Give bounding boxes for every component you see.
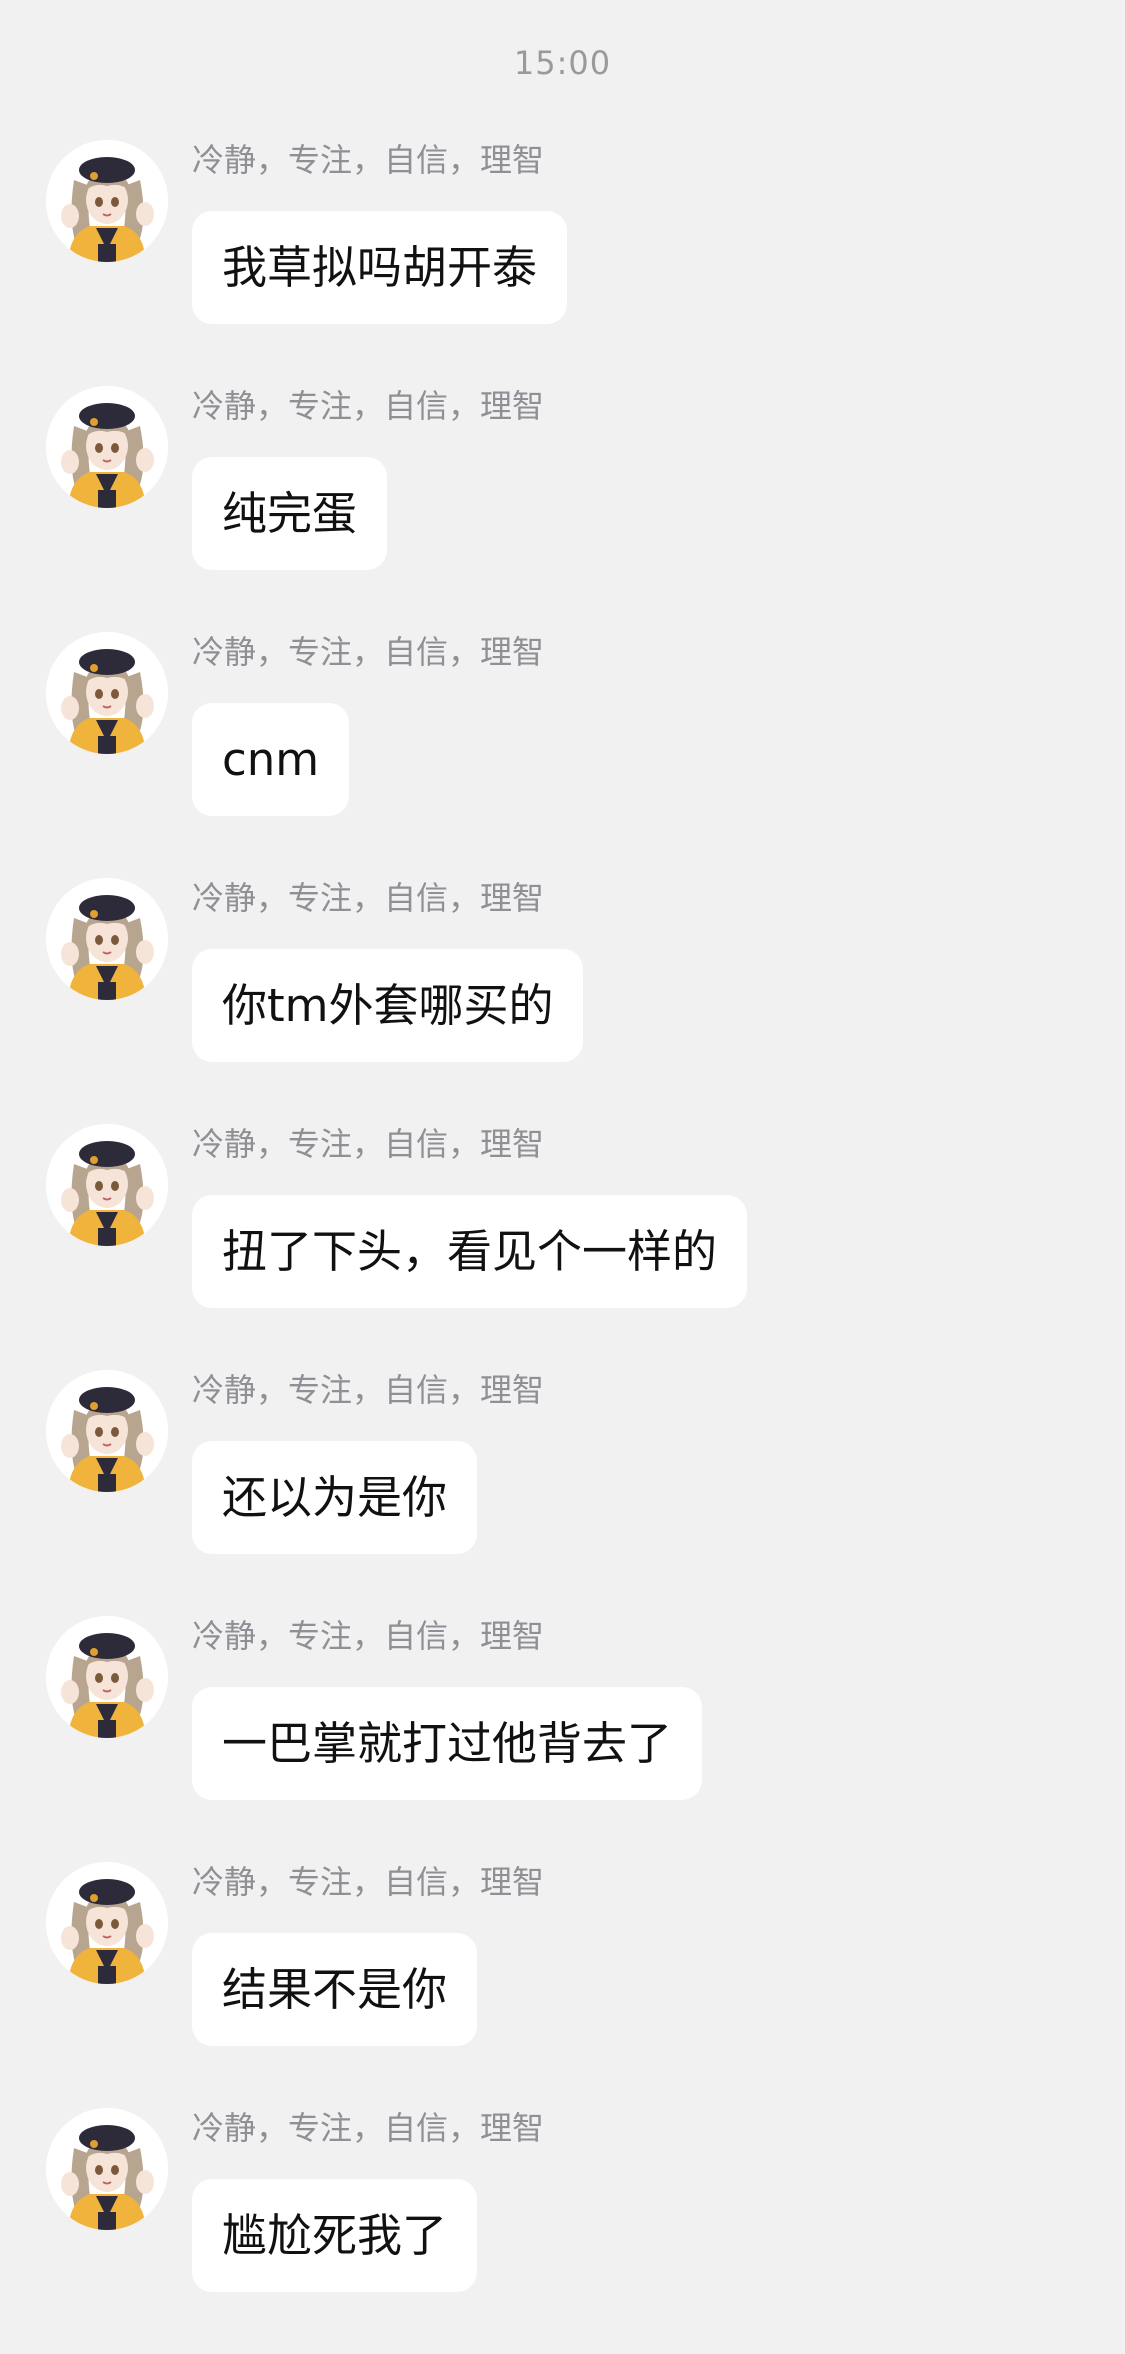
message-row: 冷静，专注，自信，理智 我草拟吗胡开泰 <box>0 140 1125 386</box>
anime-girl-avatar-icon <box>46 1124 168 1246</box>
chat-timestamp: 15:00 <box>513 44 612 82</box>
anime-girl-avatar-icon <box>46 632 168 754</box>
chat-view[interactable]: 15:00 冷静，专注，自信，理智 我草拟吗胡开泰 冷静，专注，自信，理智 纯完… <box>0 0 1125 2331</box>
message-row: 冷静，专注，自信，理智 纯完蛋 <box>0 386 1125 632</box>
anime-girl-avatar-icon <box>46 1862 168 1984</box>
anime-girl-avatar-icon <box>46 2108 168 2230</box>
sender-name[interactable]: 冷静，专注，自信，理智 <box>192 878 544 918</box>
message-bubble[interactable]: 我草拟吗胡开泰 <box>192 211 568 324</box>
anime-girl-avatar-icon <box>46 878 168 1000</box>
avatar[interactable] <box>46 1370 168 1492</box>
message-row: 冷静，专注，自信，理智 还以为是你 <box>0 1370 1125 1616</box>
sender-name[interactable]: 冷静，专注，自信，理智 <box>192 2108 544 2148</box>
anime-girl-avatar-icon <box>46 1616 168 1738</box>
avatar[interactable] <box>46 878 168 1000</box>
sender-name[interactable]: 冷静，专注，自信，理智 <box>192 1124 544 1164</box>
message-row: 冷静，专注，自信，理智 你tm外套哪买的 <box>0 878 1125 1124</box>
sender-name[interactable]: 冷静，专注，自信，理智 <box>192 1616 544 1656</box>
message-row: 冷静，专注，自信，理智 尴尬死我了 <box>0 2108 1125 2354</box>
message-bubble[interactable]: cnm <box>192 703 350 816</box>
avatar[interactable] <box>46 140 168 262</box>
anime-girl-avatar-icon <box>46 386 168 508</box>
sender-name[interactable]: 冷静，专注，自信，理智 <box>192 1370 544 1410</box>
message-row: 冷静，专注，自信，理智 一巴掌就打过他背去了 <box>0 1616 1125 1862</box>
anime-girl-avatar-icon <box>46 1370 168 1492</box>
avatar[interactable] <box>46 1124 168 1246</box>
avatar[interactable] <box>46 2108 168 2230</box>
message-bubble[interactable]: 尴尬死我了 <box>192 2179 478 2292</box>
anime-girl-avatar-icon <box>46 140 168 262</box>
message-row: 冷静，专注，自信，理智 cnm <box>0 632 1125 878</box>
sender-name[interactable]: 冷静，专注，自信，理智 <box>192 386 544 426</box>
message-bubble[interactable]: 纯完蛋 <box>192 457 388 570</box>
message-bubble[interactable]: 一巴掌就打过他背去了 <box>192 1687 703 1800</box>
avatar[interactable] <box>46 386 168 508</box>
message-bubble[interactable]: 还以为是你 <box>192 1441 478 1554</box>
message-bubble[interactable]: 结果不是你 <box>192 1933 478 2046</box>
sender-name[interactable]: 冷静，专注，自信，理智 <box>192 632 544 672</box>
avatar[interactable] <box>46 1862 168 1984</box>
avatar[interactable] <box>46 632 168 754</box>
message-row: 冷静，专注，自信，理智 扭了下头，看见个一样的 <box>0 1124 1125 1370</box>
sender-name[interactable]: 冷静，专注，自信，理智 <box>192 1862 544 1902</box>
sender-name[interactable]: 冷静，专注，自信，理智 <box>192 140 544 180</box>
message-bubble[interactable]: 扭了下头，看见个一样的 <box>192 1195 748 1308</box>
avatar[interactable] <box>46 1616 168 1738</box>
message-bubble[interactable]: 你tm外套哪买的 <box>192 949 584 1062</box>
message-row: 冷静，专注，自信，理智 结果不是你 <box>0 1862 1125 2108</box>
